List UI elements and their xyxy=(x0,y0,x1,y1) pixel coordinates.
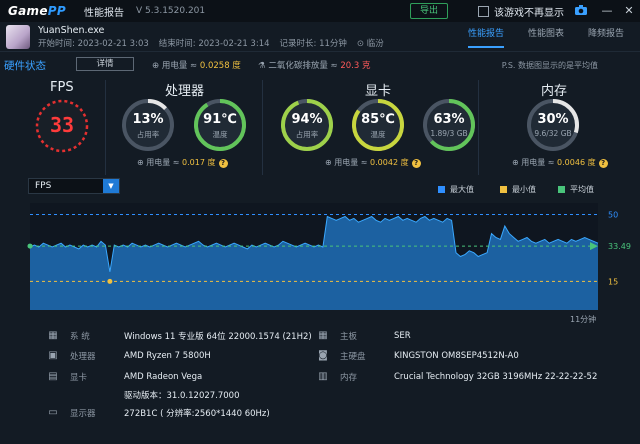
gpu-temp-label: 温度 xyxy=(370,130,386,139)
hardware-status-row: 硬件状态 详情 ⊕ 用电量 ≈ 0.0258 度 ⚗ 二氧化碳排放量 ≈ 20.… xyxy=(0,55,640,75)
monitor-icon: ▭ xyxy=(48,407,58,418)
gpu-memory-value: 63% xyxy=(433,112,465,127)
memory-usage-label: 9.6/32 GB xyxy=(534,129,572,138)
details-button[interactable]: 详情 xyxy=(76,57,134,71)
co2-emission: ⚗ 二氧化碳排放量 ≈ 20.3 克 xyxy=(258,61,371,71)
divider xyxy=(262,80,263,175)
close-icon[interactable]: ✕ xyxy=(622,4,636,18)
tab-throttle-report[interactable]: 降频报告 xyxy=(588,26,624,48)
tab-performance-report[interactable]: 性能报告 xyxy=(467,26,504,48)
info-driver: 驱动版本：31.0.12027.7000 xyxy=(124,391,240,401)
x-end-label: 11分钟 xyxy=(570,314,596,324)
min-marker xyxy=(107,278,113,284)
gpu-usage-label: 占用率 xyxy=(295,130,319,139)
gpu-usage-gauge: 94% 占用率 xyxy=(279,97,335,153)
duration: 记录时长: 11分钟 xyxy=(279,39,347,49)
gpu-temp-gauge: 85℃ 温度 xyxy=(350,97,406,153)
legend-max: 最大值 xyxy=(438,184,474,195)
cpu-temp-value: 91℃ xyxy=(203,112,237,127)
gpu-power: ⊕ 用电量 ≈ 0.0042 度? xyxy=(325,157,421,168)
game-avatar xyxy=(6,25,30,49)
minimize-icon[interactable]: — xyxy=(600,4,614,18)
gpu-usage-value: 94% xyxy=(291,112,323,127)
gpu-icon: ▤ xyxy=(48,371,58,382)
tab-performance-chart[interactable]: 性能图表 xyxy=(528,26,564,48)
avg-line-label: 33.49 xyxy=(608,242,631,251)
start-time: 开始时间: 2023-02-21 3:03 xyxy=(38,39,149,49)
windows-icon: ▦ xyxy=(48,330,58,341)
max-line-label: 50 xyxy=(608,211,618,220)
location: ⊙ 临汾 xyxy=(356,39,384,49)
fps-gauge: 33 xyxy=(33,97,91,155)
window-title: 性能报告 xyxy=(84,7,124,19)
metric-select-value: FPS xyxy=(35,181,52,191)
cpu-power: ⊕ 用电量 ≈ 0.017 度? xyxy=(137,157,228,168)
camera-icon[interactable] xyxy=(574,4,588,18)
chevron-down-icon[interactable]: ▼ xyxy=(103,179,119,193)
disk-icon: ◙ xyxy=(318,350,328,361)
cpu-usage-label: 占用率 xyxy=(136,130,160,139)
hardware-status-title: 硬件状态 xyxy=(4,60,46,72)
help-icon[interactable]: ? xyxy=(218,159,228,168)
memory-usage-gauge: 30% 9.6/32 GB xyxy=(525,97,581,153)
cpu-icon: ▣ xyxy=(48,350,58,361)
divider xyxy=(478,80,479,175)
end-time: 结束时间: 2023-02-21 3:14 xyxy=(158,39,270,49)
legend-avg: 平均值 xyxy=(558,184,594,195)
fps-value: 33 xyxy=(49,113,75,137)
help-icon[interactable]: ? xyxy=(411,159,421,168)
dont-show-checkbox[interactable] xyxy=(478,6,489,17)
export-button[interactable]: 导出 xyxy=(410,3,448,19)
process-name: YuanShen.exe xyxy=(38,25,105,36)
fps-title: FPS xyxy=(50,80,74,95)
report-tabs: 性能报告 性能图表 降频报告 xyxy=(467,26,624,48)
cpu-temp-gauge: 91℃ 温度 xyxy=(192,97,248,153)
cpu-temp-label: 温度 xyxy=(212,130,228,139)
info-os: ▦ 系 统 Windows 11 专业版 64位 22000.1574 (21H… xyxy=(46,330,311,342)
metric-select[interactable]: FPS ▼ xyxy=(28,178,120,194)
gpu-temp-value: 85℃ xyxy=(361,112,395,127)
version-label: V 5.3.1520.201 xyxy=(136,6,206,16)
dont-show-label: 该游戏不再显示 xyxy=(494,8,564,19)
info-gpu: ▤ 显卡 AMD Radeon Vega xyxy=(46,371,202,383)
memory-power: ⊕ 用电量 ≈ 0.0046 度? xyxy=(512,157,608,168)
dont-show-again-toggle[interactable]: 该游戏不再显示 xyxy=(478,4,564,19)
info-memory: ▥ 内存 Crucial Technology 32GB 3196MHz 22-… xyxy=(316,371,597,383)
min-line-label: 15 xyxy=(608,277,618,286)
cpu-usage-value: 13% xyxy=(132,112,164,127)
app-logo: GamePP xyxy=(8,4,66,18)
info-cpu: ▣ 处理器 AMD Ryzen 7 5800H xyxy=(46,350,211,362)
legend-min: 最小值 xyxy=(500,184,536,195)
fps-chart[interactable]: 50 33.49 15 11分钟 xyxy=(0,195,640,325)
session-meta: 开始时间: 2023-02-21 3:03 结束时间: 2023-02-21 3… xyxy=(38,37,384,49)
motherboard-icon: ▦ xyxy=(318,330,328,341)
memory-usage-value: 30% xyxy=(537,112,569,127)
session-header: YuanShen.exe 开始时间: 2023-02-21 3:03 结束时间:… xyxy=(0,22,640,52)
cpu-usage-gauge: 13% 占用率 xyxy=(120,97,176,153)
divider xyxy=(105,80,106,175)
avg-start-marker xyxy=(27,243,33,249)
ps-note: P.S. 数据图显示的是平均值 xyxy=(501,61,598,70)
total-power: ⊕ 用电量 ≈ 0.0258 度 xyxy=(152,61,241,71)
memory-icon: ▥ xyxy=(318,371,328,382)
gpu-memory-gauge: 63% 1.89/3 GB xyxy=(421,97,477,153)
gpu-memory-label: 1.89/3 GB xyxy=(430,129,468,138)
info-disk: ◙ 主硬盘 KINGSTON OM8SEP4512N-A0 xyxy=(316,350,519,362)
title-bar: GamePP 性能报告 V 5.3.1520.201 导出 该游戏不再显示 — … xyxy=(0,0,640,22)
help-icon[interactable]: ? xyxy=(598,159,608,168)
info-display: ▭ 显示器 272B1C ( 分辨率:2560*1440 60Hz) xyxy=(46,407,269,419)
info-motherboard: ▦ 主板 SER xyxy=(316,330,410,342)
